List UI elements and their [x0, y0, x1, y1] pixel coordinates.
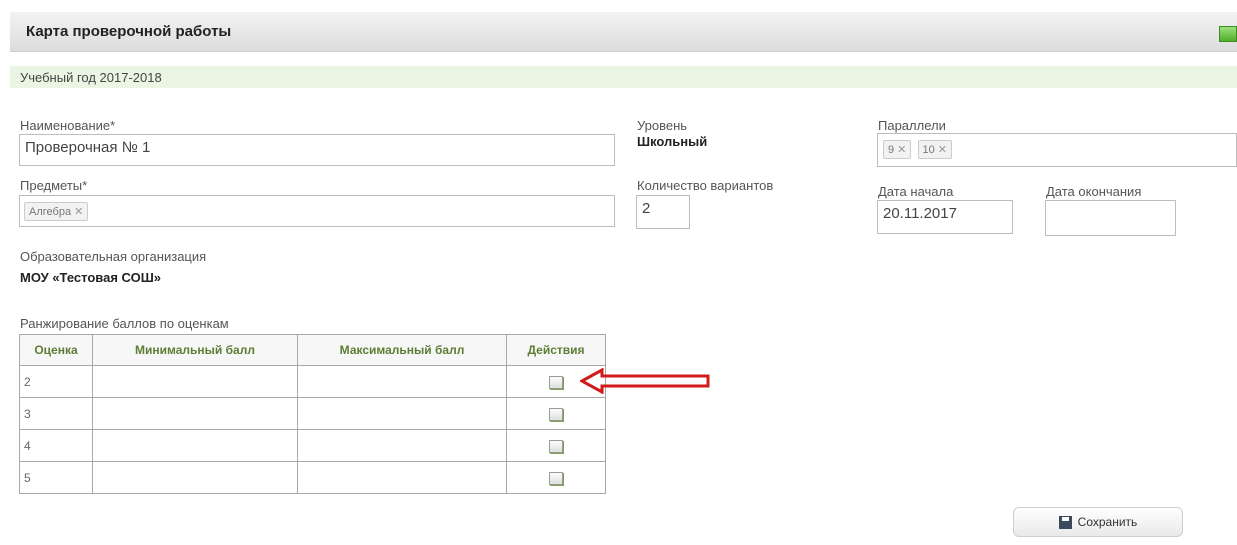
parallel-tag-10[interactable]: 10 ✕	[917, 140, 952, 159]
academic-year-text: Учебный год 2017-2018	[20, 70, 162, 85]
min-score-cell[interactable]	[92, 397, 298, 430]
name-input[interactable]: Проверочная № 1	[19, 134, 615, 166]
grade-cell: 2	[19, 365, 93, 398]
remove-tag-icon[interactable]: ✕	[938, 144, 947, 156]
min-score-cell[interactable]	[92, 461, 298, 494]
table-row: 5	[19, 461, 606, 494]
table-row: 3	[19, 397, 606, 430]
min-score-cell[interactable]	[92, 429, 298, 462]
ranking-table: Оценка Минимальный балл Максимальный бал…	[19, 334, 606, 494]
table-row: 2	[19, 365, 606, 398]
edit-icon[interactable]	[548, 407, 563, 421]
name-input-value: Проверочная № 1	[25, 139, 151, 156]
subject-tag[interactable]: Алгебра ✕	[24, 202, 89, 221]
remove-tag-icon[interactable]: ✕	[74, 206, 83, 218]
parallels-select[interactable]: 9 ✕ 10 ✕	[877, 133, 1237, 167]
name-label: Наименование*	[20, 118, 116, 133]
remove-tag-icon[interactable]: ✕	[897, 144, 906, 156]
variants-input-value: 2	[642, 200, 651, 217]
grade-cell: 4	[19, 429, 93, 462]
column-header-grade: Оценка	[19, 334, 93, 366]
level-label: Уровень	[637, 118, 688, 133]
page-header: Карта проверочной работы	[10, 12, 1237, 52]
actions-cell	[506, 429, 606, 462]
max-score-cell[interactable]	[297, 461, 507, 494]
save-button-label: Сохранить	[1077, 515, 1138, 529]
column-header-min: Минимальный балл	[92, 334, 298, 366]
end-date-label: Дата окончания	[1046, 184, 1142, 199]
start-date-label: Дата начала	[878, 184, 954, 199]
collapse-icon[interactable]	[1219, 26, 1237, 42]
end-date-input[interactable]	[1045, 200, 1176, 236]
grade-cell: 3	[19, 397, 93, 430]
min-score-cell[interactable]	[92, 365, 298, 398]
max-score-cell[interactable]	[297, 397, 507, 430]
grade-cell: 5	[19, 461, 93, 494]
parallels-label: Параллели	[878, 118, 946, 133]
variants-label: Количество вариантов	[637, 178, 774, 193]
edit-icon[interactable]	[548, 471, 563, 485]
column-header-actions: Действия	[506, 334, 606, 366]
edit-icon[interactable]	[548, 375, 563, 389]
annotation-arrow-icon	[580, 368, 710, 394]
subjects-select[interactable]: Алгебра ✕	[19, 195, 615, 227]
actions-cell	[506, 397, 606, 430]
max-score-cell[interactable]	[297, 429, 507, 462]
column-header-max: Максимальный балл	[297, 334, 507, 366]
table-row: 4	[19, 429, 606, 462]
actions-cell	[506, 461, 606, 494]
parallel-tag-9[interactable]: 9 ✕	[883, 140, 912, 159]
page-title: Карта проверочной работы	[26, 23, 232, 40]
start-date-value: 20.11.2017	[883, 205, 957, 222]
org-label: Образовательная организация	[20, 249, 207, 264]
start-date-input[interactable]: 20.11.2017	[877, 200, 1013, 234]
edit-icon[interactable]	[548, 439, 563, 453]
save-button[interactable]: Сохранить	[1013, 507, 1183, 537]
academic-year-bar: Учебный год 2017-2018	[10, 66, 1237, 88]
ranking-caption: Ранжирование баллов по оценкам	[20, 316, 229, 331]
level-value: Школьный	[637, 134, 708, 149]
floppy-disk-icon	[1058, 515, 1072, 529]
subjects-label: Предметы*	[20, 178, 88, 193]
max-score-cell[interactable]	[297, 365, 507, 398]
variants-input[interactable]: 2	[636, 195, 690, 229]
org-value: МОУ «Тестовая СОШ»	[20, 270, 161, 285]
